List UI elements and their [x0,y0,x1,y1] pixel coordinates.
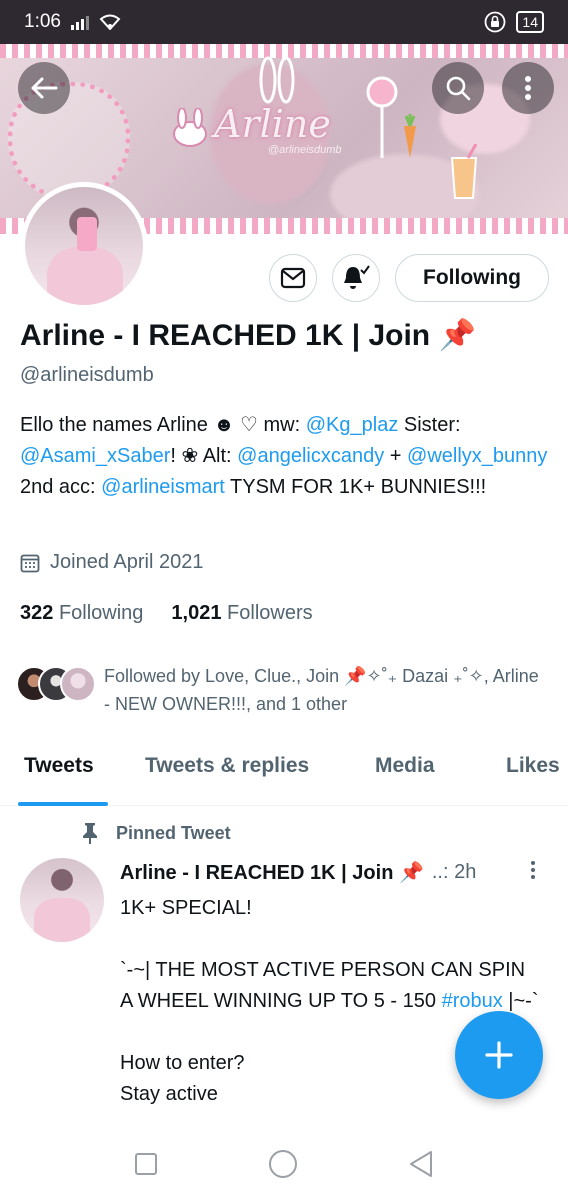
back-nav-button[interactable] [408,1150,434,1178]
tweet-text: 1K+ SPECIAL! [120,897,252,919]
system-nav-bar [0,1128,568,1200]
tweet-body-viewport: 1K+ SPECIAL! `-~| THE MOST ACTIVE PERSON… [0,0,568,1128]
tweet-hashtag[interactable]: #robux [442,990,503,1012]
recents-button[interactable] [134,1152,158,1176]
compose-tweet-button[interactable] [455,1011,543,1099]
home-button[interactable] [268,1149,298,1179]
tweet-text: |~-` [502,990,539,1012]
tweet-text: How to enter? [120,1052,245,1074]
plus-icon [485,1041,513,1069]
tweet-text: Stay active [120,1083,218,1105]
